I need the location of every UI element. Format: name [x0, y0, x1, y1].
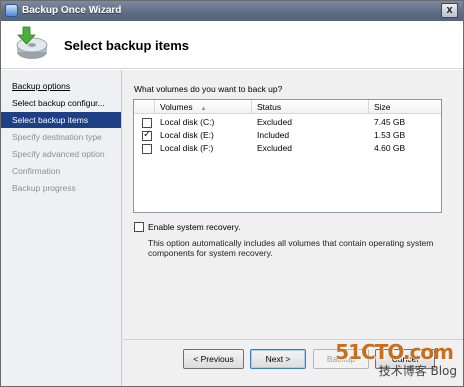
volume-status: Excluded — [257, 143, 292, 153]
system-recovery-description: This option automatically includes all v… — [148, 238, 434, 258]
volumes-table[interactable]: Volumes ▲ Status Size Local disk (C:) Exc… — [133, 99, 442, 213]
volume-status: Excluded — [257, 117, 292, 127]
wizard-header: Select backup items — [1, 21, 463, 69]
footer-divider — [123, 339, 463, 340]
table-row[interactable]: Local disk (F:) Excluded 4.60 GB — [134, 142, 441, 155]
previous-button[interactable]: < Previous — [183, 349, 244, 369]
column-header-volumes-label: Volumes — [160, 102, 193, 112]
table-header: Volumes ▲ Status Size — [134, 100, 441, 114]
cancel-button[interactable]: Cancel — [375, 349, 435, 369]
volume-checkbox-c[interactable] — [142, 118, 152, 128]
nav-step-specify-advanced-option: Specify advanced option — [12, 149, 105, 159]
column-header-size[interactable]: Size — [369, 100, 441, 114]
enable-system-recovery-label[interactable]: Enable system recovery. — [148, 222, 240, 232]
checkbox-column-header — [134, 100, 155, 114]
backup-button[interactable]: Backup — [313, 349, 369, 369]
column-header-status[interactable]: Status — [252, 100, 369, 114]
nav-step-select-backup-configuration[interactable]: Select backup configur... — [1, 95, 121, 111]
checkmark-icon: ✓ — [143, 129, 152, 140]
nav-step-backup-progress: Backup progress — [12, 183, 76, 193]
content-panel: What volumes do you want to back up? Vol… — [123, 70, 463, 386]
volume-checkbox-f[interactable] — [142, 144, 152, 154]
enable-system-recovery-checkbox[interactable] — [134, 222, 144, 232]
next-button[interactable]: Next > — [250, 349, 306, 369]
volumes-question: What volumes do you want to back up? — [134, 84, 283, 94]
wizard-step-navigation: Backup options Select backup configur...… — [1, 70, 122, 386]
nav-step-specify-destination-type: Specify destination type — [12, 132, 102, 142]
table-row[interactable]: ✓ Local disk (E:) Included 1.53 GB — [134, 129, 441, 142]
wizard-body: Backup options Select backup configur...… — [1, 70, 463, 386]
volume-size: 4.60 GB — [374, 143, 406, 153]
nav-step-confirmation: Confirmation — [12, 166, 61, 176]
volume-size: 7.45 GB — [374, 117, 406, 127]
sort-ascending-icon: ▲ — [200, 106, 207, 112]
window-title: Backup Once Wizard — [22, 5, 122, 16]
volume-status: Included — [257, 130, 290, 140]
volume-size: 1.53 GB — [374, 130, 406, 140]
table-row[interactable]: Local disk (C:) Excluded 7.45 GB — [134, 116, 441, 129]
title-bar[interactable]: Backup Once Wizard x — [1, 1, 463, 21]
backup-disk-icon — [16, 26, 48, 59]
page-title: Select backup items — [64, 38, 189, 53]
volume-name: Local disk (F:) — [160, 143, 214, 153]
volume-checkbox-e[interactable]: ✓ — [142, 129, 152, 141]
backup-once-wizard-window: Backup Once Wizard x Select backup items… — [0, 0, 464, 387]
volume-name: Local disk (C:) — [160, 117, 215, 127]
backup-app-icon — [5, 4, 18, 17]
column-header-volumes[interactable]: Volumes ▲ — [155, 100, 252, 114]
volume-name: Local disk (E:) — [160, 130, 214, 140]
close-button[interactable]: x — [441, 3, 458, 18]
nav-step-select-backup-items[interactable]: Select backup items — [1, 112, 121, 128]
nav-step-backup-options[interactable]: Backup options — [1, 78, 121, 94]
